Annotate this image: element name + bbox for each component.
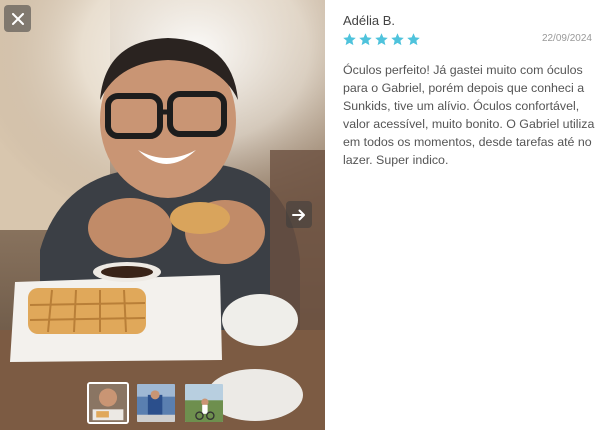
thumbnail-strip bbox=[87, 382, 225, 426]
close-button[interactable] bbox=[4, 5, 31, 32]
reviewer-name: Adélia B. bbox=[343, 13, 396, 28]
thumbnail-image bbox=[185, 384, 223, 422]
review-details: Adélia B. 22/09/2024 Óculos perfeito! Já… bbox=[325, 0, 600, 430]
review-date: 22/09/2024 bbox=[541, 33, 592, 44]
review-text: Óculos perfeito! Já gastei muito com ócu… bbox=[343, 63, 595, 167]
star-icon bbox=[359, 33, 372, 46]
star-icon bbox=[407, 33, 420, 46]
thumbnail-image bbox=[89, 384, 127, 422]
thumbnail-3[interactable] bbox=[183, 382, 225, 424]
star-icon bbox=[375, 33, 388, 46]
thumbnail-2[interactable] bbox=[135, 382, 177, 424]
close-icon bbox=[11, 12, 24, 25]
star-icon bbox=[391, 33, 404, 46]
review-photo bbox=[0, 0, 325, 430]
thumbnail-1[interactable] bbox=[87, 382, 129, 424]
review-photo-viewer bbox=[0, 0, 325, 430]
star-rating bbox=[342, 32, 421, 47]
thumbnail-image bbox=[137, 384, 175, 422]
star-icon bbox=[343, 33, 356, 46]
arrow-right-icon bbox=[292, 209, 305, 220]
next-image-button[interactable] bbox=[286, 201, 312, 228]
